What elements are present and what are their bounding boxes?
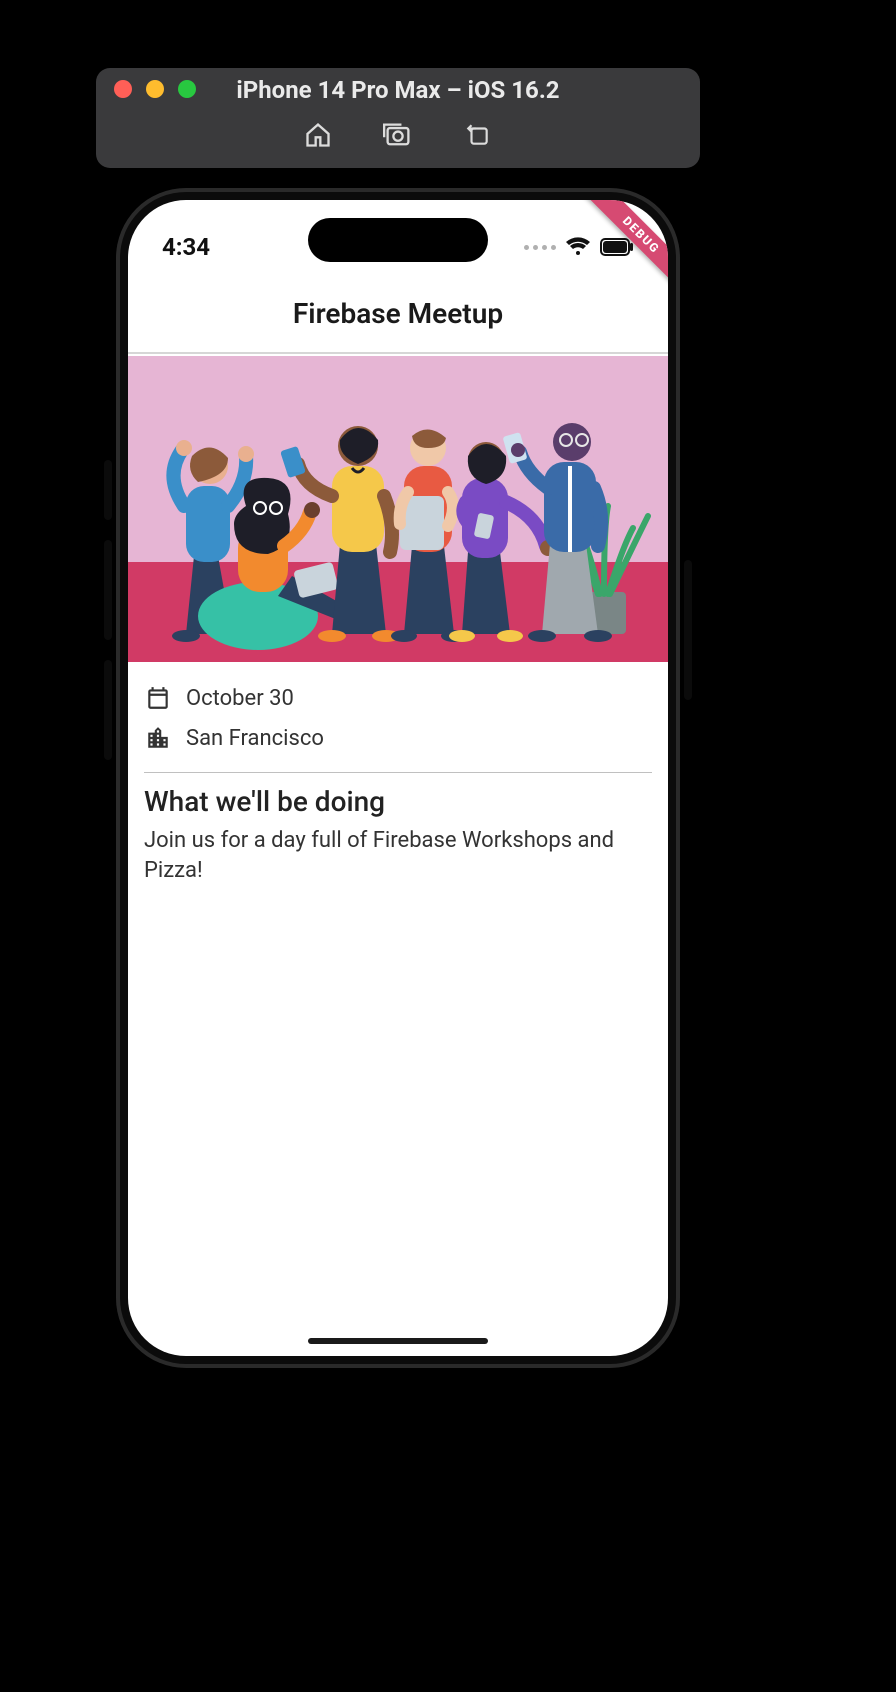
- phone-volume-down: [104, 660, 112, 760]
- app-bar: Firebase Meetup: [128, 274, 668, 354]
- section-heading: What we'll be doing: [144, 785, 652, 818]
- device-frame: DEBUG 4:34 Firebase Meetup: [116, 188, 680, 1368]
- app-title: Firebase Meetup: [293, 297, 503, 330]
- event-location-row: San Francisco: [144, 718, 652, 758]
- window-title: iPhone 14 Pro Max – iOS 16.2: [96, 76, 700, 104]
- home-indicator[interactable]: [308, 1338, 488, 1344]
- battery-icon: [600, 238, 634, 256]
- event-date: October 30: [186, 686, 294, 711]
- hero-image: [128, 356, 668, 662]
- divider: [144, 772, 652, 773]
- wifi-icon: [566, 237, 590, 257]
- event-location: San Francisco: [186, 726, 324, 751]
- event-details: October 30 San Francisco What we'll be d…: [144, 678, 652, 885]
- cellular-icon: [524, 245, 556, 250]
- rotate-icon[interactable]: [463, 120, 493, 150]
- screenshot-icon[interactable]: [383, 120, 413, 150]
- section-body: Join us for a day full of Firebase Works…: [144, 826, 652, 885]
- home-icon[interactable]: [303, 120, 333, 150]
- calendar-icon: [144, 684, 172, 712]
- device-screen: DEBUG 4:34 Firebase Meetup: [128, 200, 668, 1356]
- status-time: 4:34: [162, 233, 210, 261]
- location-icon: [144, 724, 172, 752]
- phone-volume-up: [104, 540, 112, 640]
- simulator-titlebar: iPhone 14 Pro Max – iOS 16.2: [96, 68, 700, 168]
- dynamic-island: [308, 218, 488, 262]
- phone-power-button: [684, 560, 692, 700]
- phone-mute-switch: [104, 460, 112, 520]
- event-date-row: October 30: [144, 678, 652, 718]
